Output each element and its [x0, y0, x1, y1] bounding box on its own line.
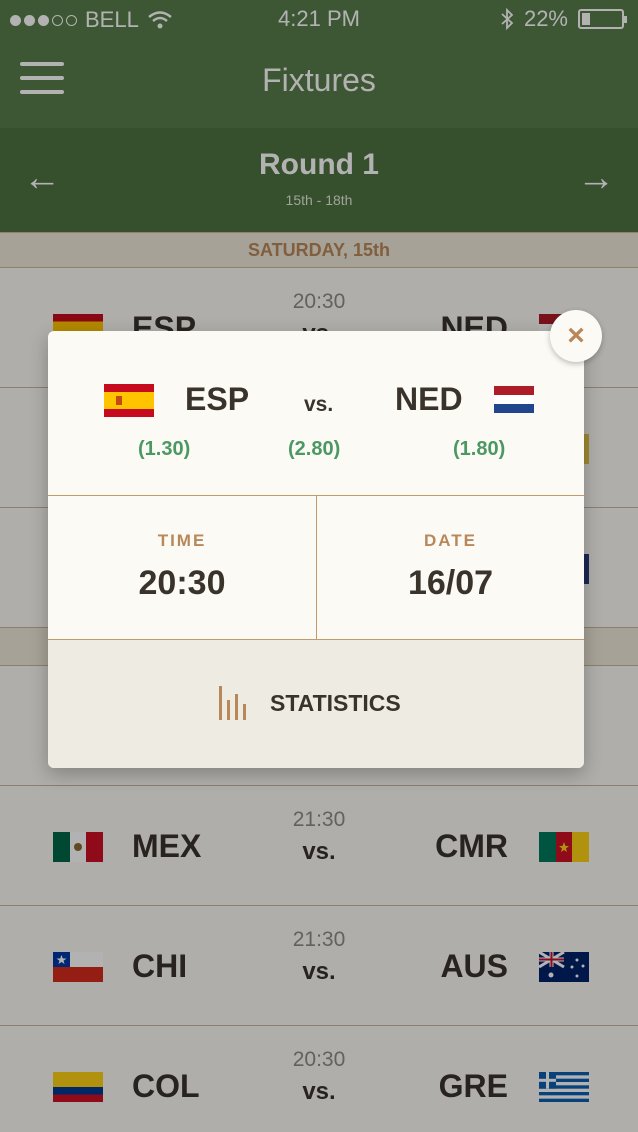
time-value: 20:30: [138, 564, 226, 602]
modal-teams: ESP vs. NED (1.30) (2.80) (1.80): [48, 331, 584, 496]
time-label: TIME: [157, 531, 207, 550]
modal-vs: vs.: [304, 393, 334, 416]
statistics-row: STATISTICS: [218, 686, 401, 720]
app: BELL 4:21 PM 22% Fixtures ← Round 1 15th…: [0, 0, 638, 1132]
date-cell: DATE 16/07: [316, 496, 584, 640]
modal-home-team: ESP: [185, 381, 250, 417]
spain-flag-icon: [104, 384, 154, 417]
away-odds: (1.80): [453, 438, 506, 460]
netherlands-flag-icon: [494, 386, 544, 413]
statistics-button[interactable]: STATISTICS: [48, 640, 584, 768]
home-odds: (1.30): [138, 438, 191, 460]
close-button[interactable]: ×: [550, 310, 602, 362]
draw-odds: (2.80): [288, 438, 341, 460]
statistics-label: STATISTICS: [270, 689, 401, 716]
time-cell: TIME 20:30: [48, 496, 316, 640]
match-detail-modal: ESP vs. NED (1.30) (2.80) (1.80) TIME 20…: [48, 331, 584, 768]
date-value: 16/07: [407, 564, 494, 602]
date-label: DATE: [423, 531, 477, 550]
modal-away-team: NED: [395, 381, 463, 417]
bar-chart-icon: [219, 686, 246, 720]
modal-details: TIME 20:30 DATE 16/07: [48, 496, 584, 640]
